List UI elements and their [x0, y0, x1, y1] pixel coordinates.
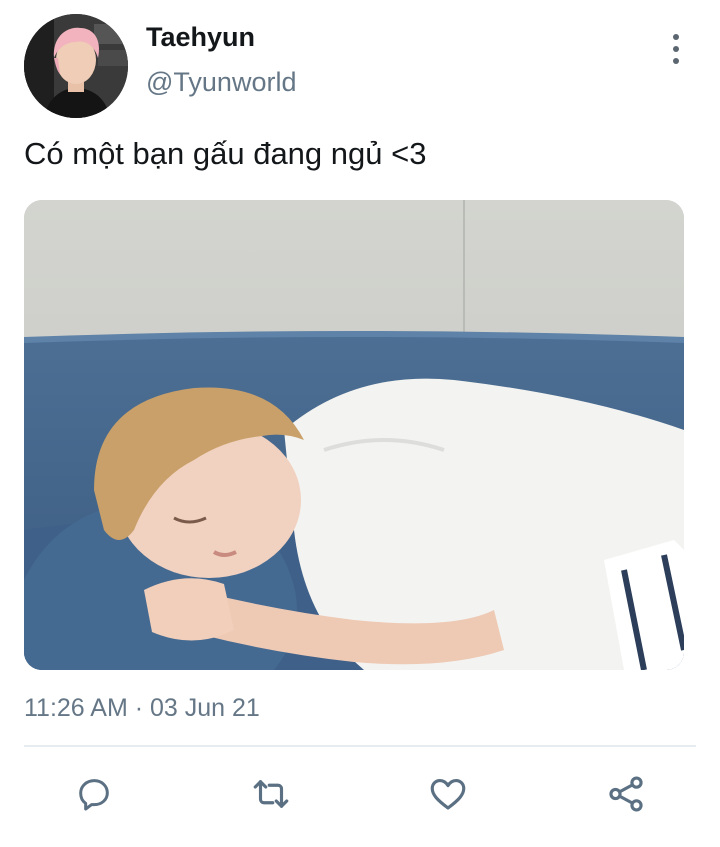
- tweet-actions: [0, 760, 720, 830]
- tweet-photo[interactable]: [24, 200, 684, 670]
- author-handle[interactable]: @Tyunworld: [146, 67, 296, 98]
- divider: [24, 745, 696, 747]
- tweet-header: Taehyun @Tyunworld: [24, 14, 696, 118]
- avatar[interactable]: [24, 14, 128, 118]
- heart-icon[interactable]: [424, 770, 472, 818]
- author-name[interactable]: Taehyun: [146, 22, 255, 53]
- retweet-icon[interactable]: [247, 770, 295, 818]
- more-vertical-icon[interactable]: [664, 34, 688, 64]
- reply-icon[interactable]: [70, 770, 118, 818]
- share-icon[interactable]: [602, 770, 650, 818]
- tweet-text: Có một bạn gấu đang ngủ <3: [24, 136, 427, 171]
- tweet-timestamp[interactable]: 11:26 AM · 03 Jun 21: [24, 694, 260, 723]
